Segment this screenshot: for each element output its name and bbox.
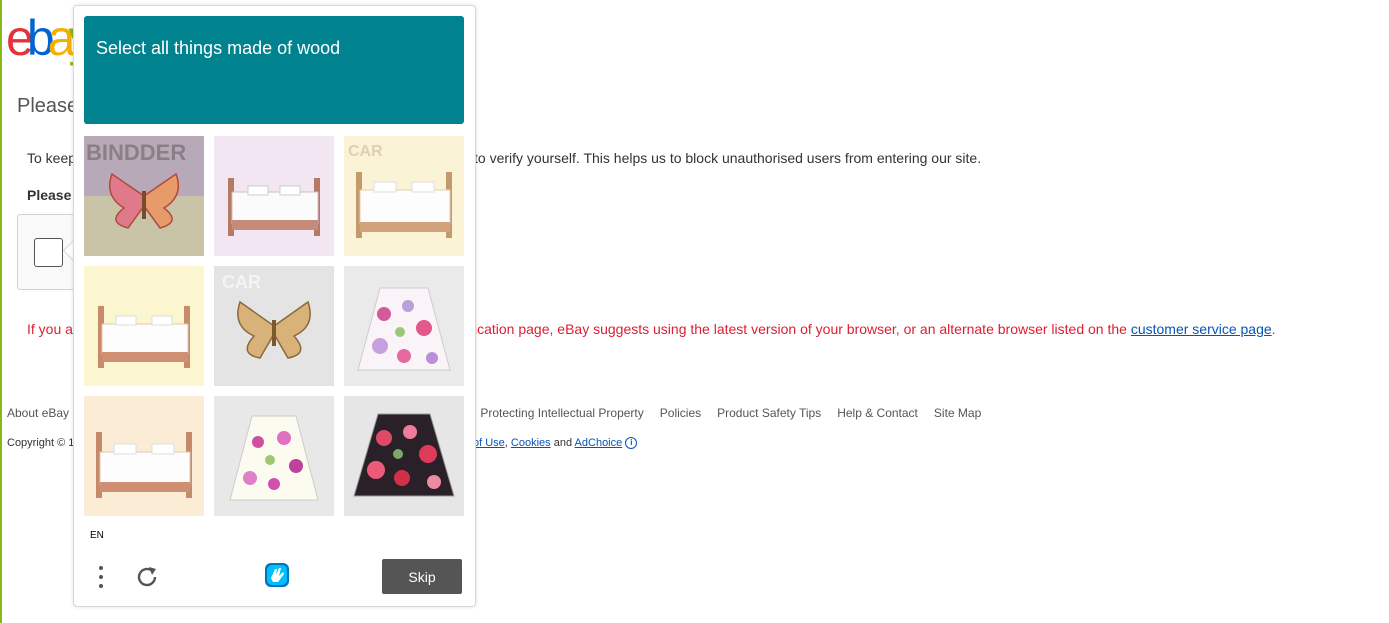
warning-end: . (1271, 321, 1276, 337)
tile-8-skirt[interactable] (214, 396, 334, 516)
intro-text-start: To keep (27, 150, 77, 166)
image-grid: BINDDER CAR CAR (84, 136, 465, 518)
skirt-image (214, 396, 334, 516)
intro-text-end: to verify yourself. This helps us to blo… (474, 150, 982, 166)
tile-6-skirt[interactable] (344, 266, 464, 386)
bed-image (84, 396, 204, 516)
warning-mid: ication page, eBay suggests using the la… (474, 321, 1131, 337)
tile-2-bed[interactable] (214, 136, 334, 256)
tile-7-bed[interactable] (84, 396, 204, 516)
bed-image (214, 136, 334, 256)
legal-comma: , (504, 437, 508, 449)
copyright: Copyright © 1 of Use, Cookies and AdChoi… (7, 437, 638, 450)
warning-start: If you a (27, 321, 73, 337)
butterfly-image: CAR (214, 266, 334, 386)
skirt-image (344, 266, 464, 386)
more-options-icon[interactable] (94, 564, 108, 590)
footer-link-group: o: Protecting Intellectual Property Polic… (467, 406, 997, 420)
intro-text: To keep to verify yourself. This helps u… (27, 150, 981, 166)
logo-letter-e: e (6, 10, 34, 66)
bed-image: CAR (344, 136, 464, 256)
left-accent-rule (0, 0, 2, 623)
tile-9-skirt[interactable] (344, 396, 464, 516)
prompt-banner: Select all things made of wood (84, 16, 464, 124)
skirt-image (344, 396, 464, 516)
refresh-icon[interactable] (134, 564, 160, 590)
tile-3-bed[interactable]: CAR (344, 136, 464, 256)
footer-link-help[interactable]: Help & Contact (837, 406, 918, 420)
challenge-prompt: Select all things made of wood (96, 38, 341, 58)
language-selector[interactable]: EN (90, 530, 104, 541)
footer-links: About eBay o: Protecting Intellectual Pr… (7, 406, 981, 420)
skip-button[interactable]: Skip (382, 559, 462, 594)
footer-link-policies[interactable]: Policies (660, 406, 701, 420)
footer-link-product-safety[interactable]: Product Safety Tips (717, 406, 821, 420)
captcha-challenge-dialog: Select all things made of wood BINDDER C… (73, 5, 476, 607)
tile-5-butterfly[interactable]: CAR (214, 266, 334, 386)
captcha-checkbox[interactable] (34, 238, 63, 267)
tile-watermark: CAR (348, 143, 383, 160)
legal-links: of Use, Cookies and AdChoice i (473, 437, 638, 450)
logo-letter-a: a (47, 10, 76, 66)
footer-link-vero[interactable]: o: Protecting Intellectual Property (467, 406, 644, 420)
adchoice-link[interactable]: AdChoice (575, 437, 623, 449)
terms-link[interactable]: of Use (473, 437, 505, 449)
page-title: Please (17, 95, 79, 117)
butterfly-image: BINDDER (84, 136, 204, 256)
verify-heading: Please (27, 187, 72, 203)
customer-service-link[interactable]: customer service page (1131, 321, 1272, 337)
legal-and: and (553, 437, 573, 449)
footer-link-sitemap[interactable]: Site Map (934, 406, 981, 420)
copyright-start: Copyright © 1 (7, 437, 75, 449)
tile-watermark: CAR (222, 272, 261, 292)
cookies-link[interactable]: Cookies (511, 437, 551, 449)
tile-1-butterfly[interactable]: BINDDER (84, 136, 204, 256)
logo-letter-b: b (26, 10, 55, 66)
info-icon[interactable]: i (625, 437, 638, 450)
tile-watermark: BINDDER (86, 140, 186, 165)
tile-4-bed[interactable] (84, 266, 204, 386)
bed-image (84, 266, 204, 386)
browser-warning: If you a ication page, eBay suggests usi… (27, 321, 1276, 337)
warning-tail: ication page, eBay suggests using the la… (474, 321, 1276, 337)
hcaptcha-logo-icon[interactable] (261, 559, 293, 591)
footer-about-link[interactable]: About eBay (7, 406, 69, 420)
